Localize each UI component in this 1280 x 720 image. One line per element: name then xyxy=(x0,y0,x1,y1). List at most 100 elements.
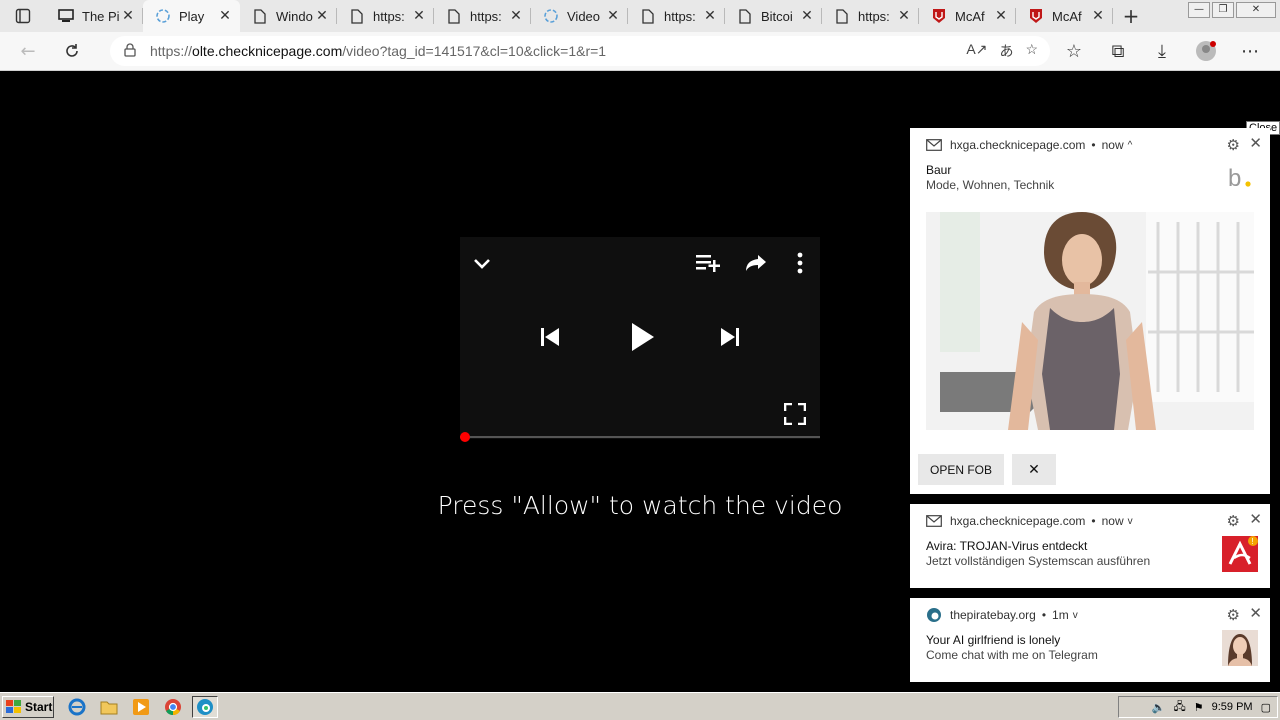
next-button[interactable] xyxy=(716,323,744,351)
tab-0[interactable]: The Pi ✕ xyxy=(46,0,143,32)
tab-close-icon[interactable]: ✕ xyxy=(703,9,717,23)
add-favorite-icon[interactable]: ☆ xyxy=(1025,41,1038,61)
open-fob-button[interactable]: OPEN FOB xyxy=(918,454,1004,485)
tab-5[interactable]: Video ✕ xyxy=(531,0,628,32)
flag-icon[interactable]: ⚑ xyxy=(1194,701,1204,714)
notification-avira[interactable]: hxga.checknicepage.com • now v ⚙ ✕ Avira… xyxy=(910,504,1270,588)
taskbar: Start 🔈 🖧 ⚑ 9:59 PM ▢ xyxy=(0,692,1280,720)
network-icon[interactable]: 🖧 xyxy=(1173,698,1185,717)
explorer-launcher[interactable] xyxy=(96,696,122,718)
back-button[interactable]: ← xyxy=(10,35,46,67)
tab-8[interactable]: https: ✕ xyxy=(822,0,919,32)
window-controls: — ❐ ✕ xyxy=(1188,0,1280,20)
tab-title: The Pi xyxy=(82,8,120,24)
notification-piratebay[interactable]: thepiratebay.org • 1m v ⚙ ✕ Your AI girl… xyxy=(910,598,1270,682)
tab-title: Bitcoi xyxy=(761,8,793,24)
caret-down-icon[interactable]: v xyxy=(1128,516,1133,527)
add-to-queue-button[interactable] xyxy=(694,249,722,277)
minimize-button[interactable]: — xyxy=(1188,2,1210,18)
gear-icon[interactable]: ⚙ xyxy=(1227,136,1240,154)
refresh-button[interactable] xyxy=(54,35,90,67)
edge-logo-icon xyxy=(926,608,942,622)
gear-icon[interactable]: ⚙ xyxy=(1227,606,1240,624)
start-button[interactable]: Start xyxy=(2,695,54,718)
tab-title: Play xyxy=(179,8,205,24)
tab-title: https: xyxy=(858,8,890,24)
restore-button[interactable]: ❐ xyxy=(1212,2,1234,18)
url-scheme: https:// xyxy=(150,43,193,59)
tab-actions-button[interactable] xyxy=(0,0,46,32)
notification-hero-image xyxy=(926,212,1254,430)
chrome-launcher[interactable] xyxy=(160,696,186,718)
video-player[interactable] xyxy=(460,237,820,442)
collapse-button[interactable] xyxy=(470,251,494,275)
avatar-icon xyxy=(1196,41,1216,61)
page-icon xyxy=(349,8,365,24)
progress-bar[interactable] xyxy=(460,432,820,442)
read-aloud-icon[interactable]: A↗ xyxy=(966,41,987,61)
notification-title: Your AI girlfriend is lonely xyxy=(926,633,1061,647)
tab-close-icon[interactable]: ✕ xyxy=(121,9,135,23)
tab-close-icon[interactable]: ✕ xyxy=(606,9,620,23)
internet-explorer-icon xyxy=(68,698,86,715)
tab-7[interactable]: Bitcoi ✕ xyxy=(725,0,822,32)
page-icon xyxy=(446,8,462,24)
tab-close-icon[interactable]: ✕ xyxy=(509,9,523,23)
tab-close-icon[interactable]: ✕ xyxy=(1091,9,1105,23)
tab-close-icon[interactable]: ✕ xyxy=(412,9,426,23)
notification-baur[interactable]: hxga.checknicepage.com • now ^ ⚙ ✕ Baur … xyxy=(910,128,1270,494)
edge-launcher[interactable] xyxy=(192,695,218,718)
page-icon xyxy=(640,8,656,24)
tab-close-icon[interactable]: ✕ xyxy=(218,9,232,23)
kebab-menu-icon xyxy=(797,252,803,274)
mcafee-icon xyxy=(1028,8,1044,24)
clock[interactable]: 9:59 PM xyxy=(1212,701,1253,713)
favorites-button[interactable]: ☆ xyxy=(1056,35,1092,67)
caret-up-icon[interactable]: ^ xyxy=(1128,140,1133,151)
profile-button[interactable] xyxy=(1188,35,1224,67)
media-player-icon xyxy=(133,698,149,715)
app-icon xyxy=(58,8,74,24)
collections-button[interactable]: ⧉ xyxy=(1100,35,1136,67)
previous-button[interactable] xyxy=(536,323,564,351)
tab-9[interactable]: McAf ✕ xyxy=(919,0,1016,32)
progress-scrubber[interactable] xyxy=(460,432,470,442)
window-close-button[interactable]: ✕ xyxy=(1236,2,1276,18)
translate-icon[interactable]: あ xyxy=(999,41,1013,61)
tab-close-icon[interactable]: ✕ xyxy=(994,9,1008,23)
downloads-button[interactable]: ⤓ xyxy=(1144,35,1180,67)
tab-close-icon[interactable]: ✕ xyxy=(800,9,814,23)
tab-10[interactable]: McAf ✕ xyxy=(1016,0,1113,32)
share-button[interactable] xyxy=(742,249,770,277)
windows-logo-icon xyxy=(6,699,21,713)
more-options-button[interactable] xyxy=(786,249,814,277)
tab-3[interactable]: https: ✕ xyxy=(337,0,434,32)
new-tab-button[interactable]: + xyxy=(1113,0,1149,32)
play-button[interactable] xyxy=(626,319,660,355)
tab-close-icon[interactable]: ✕ xyxy=(315,9,329,23)
notification-header: hxga.checknicepage.com • now ^ xyxy=(926,138,1132,152)
tab-4[interactable]: https: ✕ xyxy=(434,0,531,32)
dismiss-button[interactable]: ✕ xyxy=(1012,454,1056,485)
close-icon[interactable]: ✕ xyxy=(1249,510,1262,528)
volume-icon[interactable]: 🔈 xyxy=(1152,701,1166,714)
media-launcher[interactable] xyxy=(128,696,154,718)
settings-menu-button[interactable]: ⋯ xyxy=(1232,35,1268,67)
ie-launcher[interactable] xyxy=(64,696,90,718)
tab-2[interactable]: Windo ✕ xyxy=(240,0,337,32)
tab-1[interactable]: Play ✕ xyxy=(143,0,240,32)
tab-title: McAf xyxy=(1052,8,1082,24)
close-icon[interactable]: ✕ xyxy=(1249,134,1262,152)
svg-text:b: b xyxy=(1228,166,1241,190)
gear-icon[interactable]: ⚙ xyxy=(1227,512,1240,530)
skip-previous-icon xyxy=(541,328,559,346)
playlist-add-icon xyxy=(696,255,720,272)
url-path: /video?tag_id=141517&cl=10&click=1&r=1 xyxy=(342,43,607,59)
tab-6[interactable]: https: ✕ xyxy=(628,0,725,32)
close-icon[interactable]: ✕ xyxy=(1249,604,1262,622)
show-desktop-icon[interactable]: ▢ xyxy=(1261,701,1271,714)
fullscreen-button[interactable] xyxy=(782,401,808,427)
caret-down-icon[interactable]: v xyxy=(1073,610,1078,621)
tab-close-icon[interactable]: ✕ xyxy=(897,9,911,23)
address-bar[interactable]: https://olte.checknicepage.com/video?tag… xyxy=(110,36,1050,66)
